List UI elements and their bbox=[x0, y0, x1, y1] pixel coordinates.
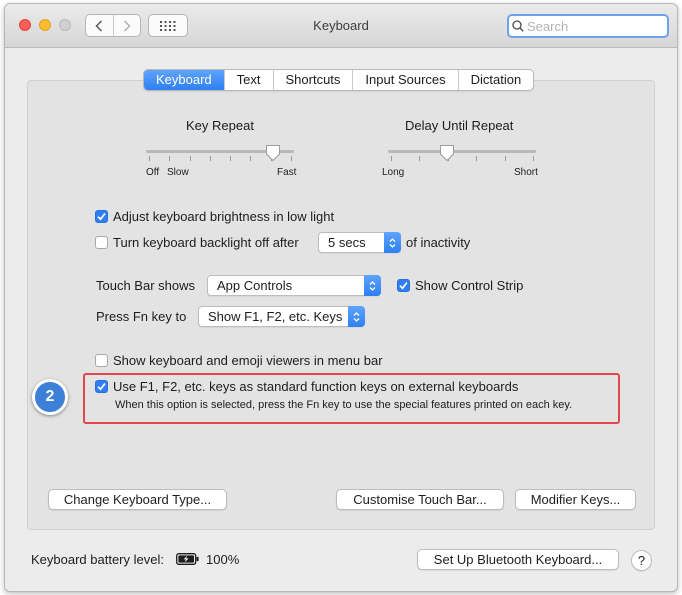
up-down-arrows-icon bbox=[384, 232, 401, 253]
tab-keyboard[interactable]: Keyboard bbox=[144, 70, 224, 90]
standard-function-keys-description: When this option is selected, press the … bbox=[115, 399, 573, 411]
slider-tick bbox=[533, 156, 534, 161]
touch-bar-shows-popup[interactable]: App Controls bbox=[207, 275, 381, 296]
slider-tick bbox=[230, 156, 232, 161]
delay-until-repeat-label: Delay Until Repeat bbox=[405, 118, 514, 133]
delay-long-label: Long bbox=[382, 167, 405, 178]
change-keyboard-type-button[interactable]: Change Keyboard Type... bbox=[48, 489, 227, 510]
backlight-timeout-popup[interactable]: 5 secs bbox=[318, 232, 401, 253]
key-repeat-label: Key Repeat bbox=[186, 118, 254, 133]
slider-tick bbox=[209, 156, 211, 161]
keyboard-tab-panel bbox=[27, 80, 655, 530]
search-field[interactable] bbox=[507, 14, 669, 38]
delay-until-repeat-slider-thumb[interactable] bbox=[439, 144, 455, 162]
key-repeat-slider-thumb[interactable] bbox=[265, 144, 281, 162]
up-down-arrows-icon bbox=[364, 275, 381, 296]
tab-dictation[interactable]: Dictation bbox=[457, 70, 534, 90]
show-control-strip-option[interactable]: Show Control Strip bbox=[397, 278, 523, 293]
help-button[interactable]: ? bbox=[631, 550, 652, 571]
modifier-keys-button[interactable]: Modifier Keys... bbox=[515, 489, 636, 510]
tab-text[interactable]: Text bbox=[223, 70, 273, 90]
slider-tick bbox=[189, 156, 191, 161]
adjust-brightness-option[interactable]: Adjust keyboard brightness in low light bbox=[95, 209, 334, 224]
key-repeat-fast-label: Fast bbox=[277, 167, 297, 178]
backlight-timeout-value: 5 secs bbox=[328, 235, 366, 250]
keyboard-preferences-window: Keyboard Keyboard Text Shortcuts Input S… bbox=[4, 3, 678, 592]
backlight-off-option[interactable]: Turn keyboard backlight off after bbox=[95, 235, 299, 250]
adjust-brightness-checkbox[interactable] bbox=[95, 210, 108, 223]
slider-tick bbox=[250, 156, 252, 161]
set-up-bluetooth-keyboard-button[interactable]: Set Up Bluetooth Keyboard... bbox=[417, 549, 619, 570]
customise-touch-bar-button[interactable]: Customise Touch Bar... bbox=[336, 489, 504, 510]
battery-level-label: Keyboard battery level: bbox=[31, 552, 164, 567]
show-control-strip-label: Show Control Strip bbox=[415, 278, 524, 293]
up-down-arrows-icon bbox=[348, 306, 365, 327]
touch-bar-shows-label: Touch Bar shows bbox=[96, 278, 195, 293]
search-icon bbox=[512, 20, 524, 32]
key-repeat-slow-label: Slow bbox=[167, 167, 189, 178]
emoji-viewers-option[interactable]: Show keyboard and emoji viewers in menu … bbox=[95, 353, 383, 368]
show-control-strip-checkbox[interactable] bbox=[397, 279, 410, 292]
callout-step-badge: 2 bbox=[32, 379, 68, 415]
backlight-off-checkbox[interactable] bbox=[95, 236, 108, 249]
backlight-off-label: Turn keyboard backlight off after bbox=[113, 235, 299, 250]
emoji-viewers-checkbox[interactable] bbox=[95, 354, 108, 367]
press-fn-key-label: Press Fn key to bbox=[96, 309, 187, 324]
slider-tick bbox=[419, 156, 421, 161]
slider-tick bbox=[291, 156, 292, 161]
checkmark-icon bbox=[97, 382, 106, 391]
adjust-brightness-label: Adjust keyboard brightness in low light bbox=[113, 209, 335, 224]
press-fn-key-popup[interactable]: Show F1, F2, etc. Keys bbox=[198, 306, 365, 327]
battery-charging-icon bbox=[176, 553, 199, 565]
standard-function-keys-checkbox[interactable] bbox=[95, 380, 108, 393]
key-repeat-off-label: Off bbox=[146, 167, 160, 178]
tab-input-sources[interactable]: Input Sources bbox=[352, 70, 457, 90]
title-bar: Keyboard bbox=[5, 4, 677, 48]
slider-tick bbox=[476, 156, 478, 161]
delay-until-repeat-track[interactable] bbox=[388, 150, 536, 153]
slider-tick bbox=[391, 156, 392, 161]
slider-tick bbox=[504, 156, 506, 161]
checkmark-icon bbox=[399, 281, 408, 290]
standard-function-keys-option[interactable]: Use F1, F2, etc. keys as standard functi… bbox=[95, 379, 518, 394]
delay-short-label: Short bbox=[514, 167, 538, 178]
emoji-viewers-label: Show keyboard and emoji viewers in menu … bbox=[113, 353, 383, 368]
press-fn-key-value: Show F1, F2, etc. Keys bbox=[208, 309, 343, 324]
checkmark-icon bbox=[97, 212, 106, 221]
standard-function-keys-label: Use F1, F2, etc. keys as standard functi… bbox=[113, 379, 519, 394]
slider-tick bbox=[149, 156, 150, 161]
tab-shortcuts[interactable]: Shortcuts bbox=[272, 70, 353, 90]
search-input[interactable] bbox=[524, 18, 654, 34]
battery-level-value: 100% bbox=[206, 552, 240, 567]
slider-tick bbox=[169, 156, 171, 161]
touch-bar-shows-value: App Controls bbox=[217, 278, 293, 293]
backlight-off-suffix: of inactivity bbox=[406, 235, 471, 250]
tab-bar: Keyboard Text Shortcuts Input Sources Di… bbox=[143, 69, 535, 91]
